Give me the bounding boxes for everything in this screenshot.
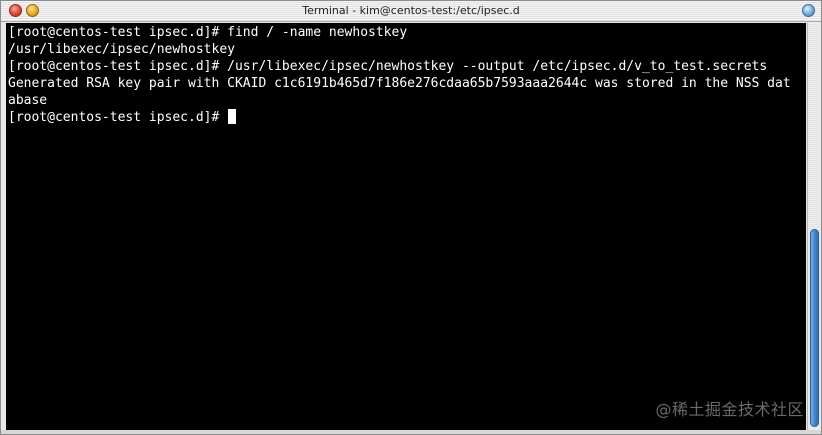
zoom-icon[interactable] xyxy=(802,4,815,17)
title-bar[interactable]: Terminal - kim@centos-test:/etc/ipsec.d xyxy=(1,1,821,22)
prompt-line[interactable]: [root@centos-test ipsec.d]# xyxy=(8,109,237,126)
watermark: @稀土掘金技术社区 xyxy=(655,400,804,419)
prompt-text: [root@centos-test ipsec.d]# xyxy=(8,110,228,125)
vertical-scrollbar[interactable] xyxy=(807,23,821,430)
window-bottom-edge xyxy=(1,430,821,434)
terminal-line: /usr/libexec/ipsec/newhostkey xyxy=(8,42,235,57)
terminal-output[interactable]: [root@centos-test ipsec.d]# find / -name… xyxy=(6,23,806,430)
window-title: Terminal - kim@centos-test:/etc/ipsec.d xyxy=(302,4,520,17)
terminal-line: Generated RSA key pair with CKAID c1c619… xyxy=(8,76,791,91)
terminal-line: [root@centos-test ipsec.d]# find / -name… xyxy=(8,25,408,40)
text-cursor xyxy=(228,109,237,124)
terminal-window: Terminal - kim@centos-test:/etc/ipsec.d … xyxy=(0,0,822,435)
scrollbar-thumb[interactable] xyxy=(810,229,819,427)
terminal-line: [root@centos-test ipsec.d]# /usr/libexec… xyxy=(8,59,768,74)
terminal-line: abase xyxy=(8,93,48,108)
